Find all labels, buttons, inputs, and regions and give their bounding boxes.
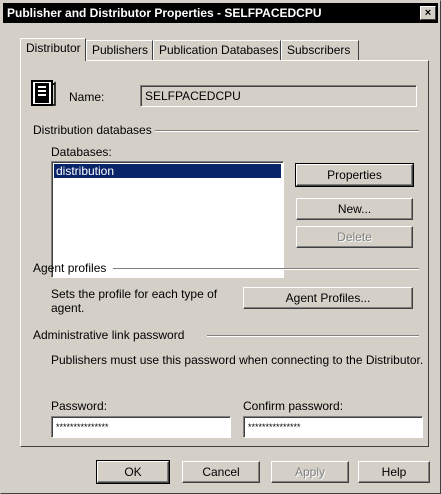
password-group-label: Administrative link password — [33, 328, 185, 342]
group-divider — [155, 130, 419, 132]
ok-button[interactable]: OK — [96, 460, 170, 484]
password-description: Publishers must use this password when c… — [51, 353, 424, 367]
agent-profiles-description: Sets the profile for each type of agent. — [51, 287, 218, 315]
password-label: Password: — [51, 399, 108, 413]
group-divider — [113, 268, 419, 270]
server-book-icon — [30, 79, 56, 107]
window-title: Publisher and Distributor Properties - S… — [7, 6, 322, 20]
agent-profiles-button[interactable]: Agent Profiles... — [243, 287, 413, 309]
tab-publishers[interactable]: Publishers — [86, 40, 153, 60]
help-button[interactable]: Help — [358, 461, 430, 483]
tab-subscribers[interactable]: Subscribers — [281, 40, 359, 60]
list-item[interactable]: distribution — [54, 164, 281, 178]
distributor-panel: Name: SELFPACEDCPU Distribution database… — [20, 60, 429, 447]
name-field: SELFPACEDCPU — [140, 85, 417, 107]
properties-button[interactable]: Properties — [295, 163, 414, 187]
agent-profiles-group-label: Agent profiles — [33, 261, 107, 275]
close-button[interactable]: × — [420, 6, 436, 20]
distribution-databases-group-label: Distribution databases — [33, 123, 152, 137]
tab-distributor[interactable]: Distributor — [20, 38, 86, 61]
databases-label: Databases: — [51, 145, 112, 159]
apply-button[interactable]: Apply — [271, 461, 349, 483]
tab-publication-databases[interactable]: Publication Databases — [153, 40, 281, 60]
cancel-button[interactable]: Cancel — [182, 461, 260, 483]
new-button[interactable]: New... — [296, 198, 413, 220]
properties-dialog: Publisher and Distributor Properties - S… — [0, 0, 441, 494]
name-label: Name: — [69, 90, 105, 104]
group-divider — [207, 335, 419, 337]
password-input[interactable]: *************** — [51, 416, 231, 438]
delete-button[interactable]: Delete — [296, 226, 413, 248]
confirm-password-input[interactable]: *************** — [243, 416, 423, 438]
confirm-password-label: Confirm password: — [243, 399, 344, 413]
title-bar[interactable]: Publisher and Distributor Properties - S… — [3, 3, 438, 23]
